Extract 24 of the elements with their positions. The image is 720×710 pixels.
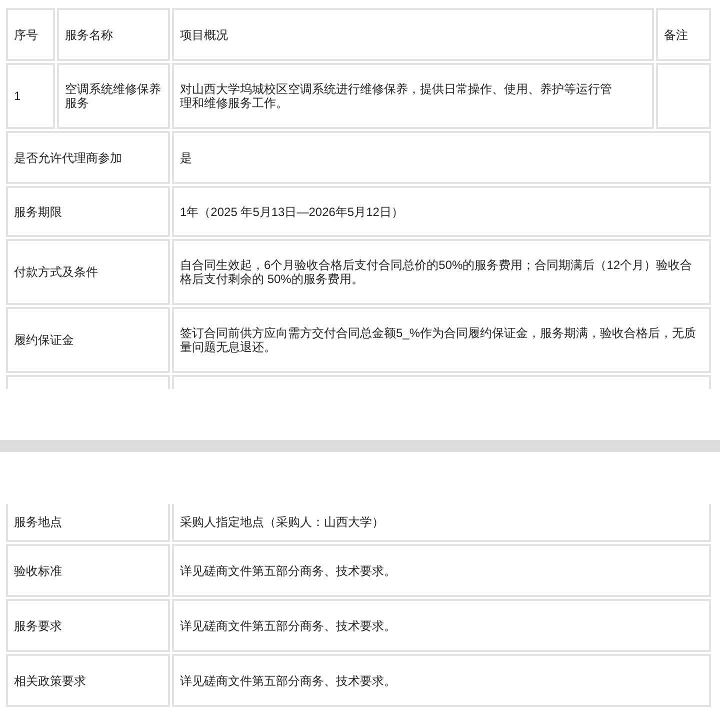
table-cell: 是否允许代理商参加 bbox=[6, 131, 170, 184]
column-header: 序号 bbox=[6, 8, 55, 61]
column-header: 服务名称 bbox=[57, 8, 170, 61]
table-cell: 对山西大学坞城校区空调系统进行维修保养，提供日常操作、使用、养护等运行管理和维修服务工作。 bbox=[172, 63, 654, 129]
table-cell: 相关政策要求 bbox=[6, 654, 170, 707]
table-cell: 验收标准 bbox=[6, 544, 170, 597]
table-cell: 空调系统维修保养服务 bbox=[57, 63, 170, 129]
table-cell bbox=[656, 63, 711, 129]
column-header: 项目概况 bbox=[172, 8, 654, 61]
table-cell: 服务期限 bbox=[6, 186, 170, 237]
table-cell: 付款方式及条件 bbox=[6, 239, 170, 305]
table-cell: 履约保证金 bbox=[6, 307, 170, 373]
table-cell: 是 bbox=[172, 131, 711, 184]
table-cell: 详见磋商文件第五部分商务、技术要求。 bbox=[172, 544, 711, 597]
table-cell: 采购人指定地点（采购人：山西大学） bbox=[172, 504, 711, 542]
table-cell: 服务地点 bbox=[6, 504, 170, 542]
table-cell: 签订合同前供方应向需方交付合同总金额5_%作为合同履约保证金，服务期满，验收合格后，无质量问题无息退还。 bbox=[172, 307, 711, 373]
table-cell: 1 bbox=[6, 63, 55, 129]
table-cell: 1年（2025 年5月13日—2026年5月12日） bbox=[172, 186, 711, 237]
table-cell: 详见磋商文件第五部分商务、技术要求。 bbox=[172, 599, 711, 652]
table-cell: 服务要求 bbox=[6, 599, 170, 652]
table-cell: 详见磋商文件第五部分商务、技术要求。 bbox=[172, 654, 711, 707]
table-cell: 自合同生效起，6个月验收合格后支付合同总价的50%的服务费用；合同期满后（12个月）验收合格后支付剩余的 50%的服务费用。 bbox=[172, 239, 711, 305]
column-header: 备注 bbox=[656, 8, 711, 61]
